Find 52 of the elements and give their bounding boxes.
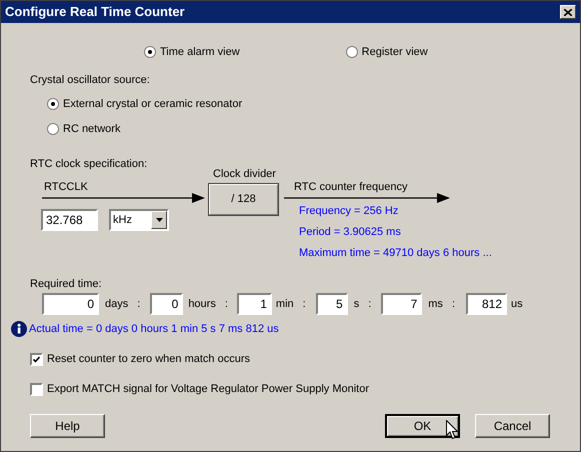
diagram-label: Clock divider bbox=[213, 167, 276, 182]
separator: : bbox=[224, 296, 228, 312]
radio-button[interactable] bbox=[47, 98, 59, 110]
diagram-label: RTC counter frequency bbox=[294, 180, 408, 195]
radio-button[interactable] bbox=[144, 46, 156, 58]
info-text: Actual time = 0 days 0 hours 1 min 5 s 7 ms 812 us bbox=[29, 322, 279, 337]
checkbox[interactable] bbox=[30, 382, 43, 396]
unit-label: s bbox=[354, 296, 360, 312]
time-field[interactable]: 0 bbox=[42, 293, 99, 315]
time-field[interactable]: 1 bbox=[236, 293, 272, 315]
section-label: Crystal oscillator source: bbox=[30, 73, 150, 88]
separator: : bbox=[137, 296, 140, 312]
info-icon bbox=[11, 321, 27, 338]
unit-label: days bbox=[105, 296, 128, 312]
check-icon bbox=[33, 356, 40, 363]
cursor-icon bbox=[446, 420, 458, 440]
caret-icon bbox=[156, 218, 162, 222]
frequency-field[interactable]: 32.768 bbox=[41, 209, 98, 231]
result-text: Maximum time = 49710 days 6 hours ... bbox=[299, 246, 492, 261]
close-button[interactable] bbox=[560, 5, 576, 19]
checkbox[interactable] bbox=[30, 352, 43, 366]
time-field[interactable]: 5 bbox=[316, 293, 348, 315]
radio-button[interactable] bbox=[346, 46, 358, 58]
unit-label: ms bbox=[428, 296, 443, 312]
radio-label[interactable]: Register view bbox=[362, 44, 428, 60]
unit-label: min bbox=[276, 296, 294, 312]
time-field[interactable]: 0 bbox=[150, 293, 184, 315]
close-icon bbox=[564, 8, 572, 16]
time-field[interactable]: 812 bbox=[466, 293, 507, 315]
separator: : bbox=[302, 296, 306, 312]
dropdown-button[interactable] bbox=[151, 211, 167, 229]
radio-button[interactable] bbox=[47, 123, 59, 136]
checkbox-label[interactable]: Export MATCH signal for Voltage Regulator Power Supply Monitor bbox=[47, 381, 369, 398]
radio-label[interactable]: Time alarm view bbox=[160, 44, 240, 60]
dialog-button[interactable]: Cancel bbox=[475, 414, 550, 438]
dialog-button[interactable]: OK bbox=[385, 414, 460, 438]
radio-label[interactable]: External crystal or ceramic resonator bbox=[63, 96, 242, 112]
window-title: Configure Real Time Counter bbox=[5, 3, 185, 22]
result-text: Period = 3.90625 ms bbox=[299, 225, 402, 240]
dialog-button[interactable]: Help bbox=[30, 414, 105, 438]
section-label: Required time: bbox=[30, 277, 102, 292]
diagram-label: RTCCLK bbox=[44, 180, 88, 195]
section-label: RTC clock specification: bbox=[30, 157, 148, 172]
unit-label: hours bbox=[188, 296, 216, 312]
separator: : bbox=[368, 296, 372, 312]
radio-label[interactable]: RC network bbox=[63, 121, 120, 138]
time-field[interactable]: 7 bbox=[381, 293, 422, 315]
checkbox-label[interactable]: Reset counter to zero when match occurs bbox=[47, 351, 250, 368]
separator: : bbox=[452, 296, 455, 312]
unit-dropdown[interactable]: kHz bbox=[109, 209, 169, 231]
unit-label: us bbox=[511, 296, 523, 312]
result-text: Frequency = 256 Hz bbox=[299, 204, 400, 219]
